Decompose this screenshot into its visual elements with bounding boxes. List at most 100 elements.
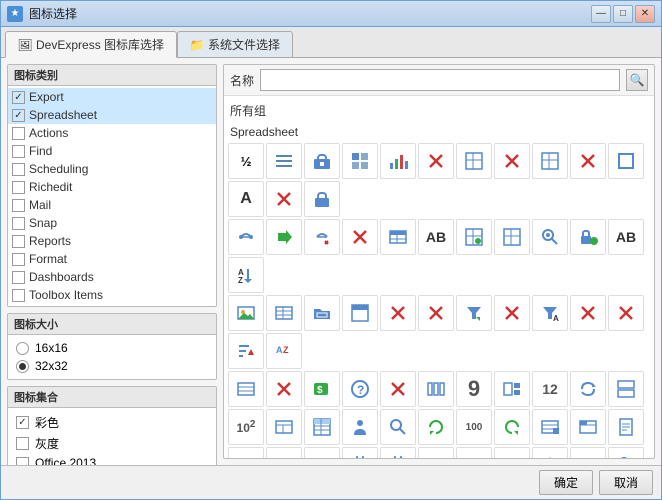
- icon-arrow-right[interactable]: [266, 219, 302, 255]
- icon-x1[interactable]: [418, 143, 454, 179]
- icon-100[interactable]: 100: [456, 409, 492, 445]
- icon-chart[interactable]: [380, 143, 416, 179]
- category-item-snap[interactable]: Snap: [8, 214, 216, 232]
- icon-calendar2[interactable]: [380, 447, 416, 458]
- icon-ab[interactable]: AB: [418, 219, 454, 255]
- icon-cols[interactable]: [418, 371, 454, 407]
- icon-ab2[interactable]: AB: [608, 219, 644, 255]
- icon-grid2[interactable]: [456, 143, 492, 179]
- icon-lock3[interactable]: [570, 219, 606, 255]
- icon-split[interactable]: [494, 371, 530, 407]
- icon-x2[interactable]: [494, 143, 530, 179]
- icon-doc[interactable]: [608, 409, 644, 445]
- icon-funnel-down[interactable]: [456, 295, 492, 331]
- icon-wind[interactable]: [494, 447, 530, 458]
- icon-folder-table[interactable]: [304, 295, 340, 331]
- icon-x8[interactable]: [494, 295, 530, 331]
- collection-color[interactable]: 彩色: [12, 412, 212, 433]
- icon-table10[interactable]: [570, 409, 606, 445]
- icon-link2[interactable]: [304, 219, 340, 255]
- size-16x16[interactable]: 16x16: [12, 339, 212, 357]
- icon-lines2[interactable]: [456, 447, 492, 458]
- icon-arrow3[interactable]: [570, 447, 606, 458]
- icon-lock2[interactable]: [304, 181, 340, 217]
- icon-x12[interactable]: [380, 371, 416, 407]
- category-item-reports[interactable]: Reports: [8, 232, 216, 250]
- icon-upload[interactable]: [532, 447, 568, 458]
- icon-x7[interactable]: [418, 295, 454, 331]
- icon-table9[interactable]: [532, 409, 568, 445]
- icon-percent[interactable]: %: [418, 447, 454, 458]
- icon-x6[interactable]: [380, 295, 416, 331]
- category-item-dashboards[interactable]: Dashboards: [8, 268, 216, 286]
- icon-image[interactable]: [228, 295, 264, 331]
- radio-16x16[interactable]: [16, 342, 29, 355]
- radio-32x32[interactable]: [16, 360, 29, 373]
- icon-square[interactable]: [608, 143, 644, 179]
- icon-filter-a[interactable]: A: [532, 295, 568, 331]
- icon-x9[interactable]: [570, 295, 606, 331]
- icon-arrow2[interactable]: [266, 447, 302, 458]
- minimize-button[interactable]: —: [591, 5, 611, 23]
- icon-10sq[interactable]: 102: [228, 409, 264, 445]
- icon-table6[interactable]: [228, 371, 264, 407]
- category-item-actions[interactable]: Actions: [8, 124, 216, 142]
- category-item-spreadsheet[interactable]: Spreadsheet: [8, 106, 216, 124]
- icon-grid3[interactable]: [532, 143, 568, 179]
- icon-red-dot[interactable]: [304, 447, 340, 458]
- icon-table11[interactable]: [228, 447, 264, 458]
- icon-calendar[interactable]: [342, 447, 378, 458]
- category-item-toolbox[interactable]: Toolbox Items: [8, 286, 216, 304]
- cancel-button[interactable]: 取消: [599, 470, 653, 495]
- icon-table7[interactable]: [266, 409, 302, 445]
- icon-rotate[interactable]: [418, 409, 454, 445]
- icon-lines[interactable]: [266, 143, 302, 179]
- icon-table5[interactable]: [266, 295, 302, 331]
- category-list[interactable]: Export Spreadsheet Actions Find: [8, 86, 216, 306]
- icon-table8[interactable]: [304, 409, 340, 445]
- icon-sort-az[interactable]: AZ: [228, 257, 264, 293]
- category-item-richedit[interactable]: Richedit: [8, 178, 216, 196]
- icon-grid1[interactable]: [342, 143, 378, 179]
- category-item-mail[interactable]: Mail: [8, 196, 216, 214]
- icon-table2[interactable]: [380, 219, 416, 255]
- maximize-button[interactable]: □: [613, 5, 633, 23]
- icon-x4[interactable]: [266, 181, 302, 217]
- icon-person[interactable]: [342, 409, 378, 445]
- icon-question[interactable]: ?: [342, 371, 378, 407]
- icon-table-split[interactable]: [608, 371, 644, 407]
- icon-search3[interactable]: [608, 447, 644, 458]
- icon-x3[interactable]: [570, 143, 606, 179]
- category-item-export[interactable]: Export: [8, 88, 216, 106]
- icon-magnify[interactable]: [532, 219, 568, 255]
- icon-big-a[interactable]: A: [228, 181, 264, 217]
- search-button[interactable]: 🔍: [626, 69, 648, 91]
- icon-az[interactable]: AZ: [266, 333, 302, 369]
- size-32x32[interactable]: 32x32: [12, 357, 212, 375]
- icon-dollar[interactable]: $: [304, 371, 340, 407]
- icon-x5[interactable]: [342, 219, 378, 255]
- collection-gray[interactable]: 灰度: [12, 433, 212, 454]
- category-item-scheduling[interactable]: Scheduling: [8, 160, 216, 178]
- tab-devexpress[interactable]: 🖼 DevExpress 图标库选择: [5, 31, 177, 58]
- category-item-format[interactable]: Format: [8, 250, 216, 268]
- icon-x11[interactable]: [266, 371, 302, 407]
- collection-office2013[interactable]: Office 2013: [12, 454, 212, 465]
- search-input[interactable]: [260, 69, 620, 91]
- icon-x10[interactable]: [608, 295, 644, 331]
- icon-table4[interactable]: [494, 219, 530, 255]
- category-item-zoom[interactable]: Zoom: [8, 304, 216, 306]
- ok-button[interactable]: 确定: [539, 470, 593, 495]
- tab-system[interactable]: 📁 系统文件选择: [177, 31, 293, 57]
- icon-table3[interactable]: [456, 219, 492, 255]
- icon-refresh[interactable]: [570, 371, 606, 407]
- icon-sort-asc[interactable]: [228, 333, 264, 369]
- icon-lock-table[interactable]: [304, 143, 340, 179]
- icon-search2[interactable]: [380, 409, 416, 445]
- category-item-find[interactable]: Find: [8, 142, 216, 160]
- icon-num12[interactable]: 12: [532, 371, 568, 407]
- icon-comma9[interactable]: 9: [456, 371, 492, 407]
- icon-link[interactable]: [228, 219, 264, 255]
- icon-rotate2[interactable]: [494, 409, 530, 445]
- icon-half[interactable]: ½: [228, 143, 264, 179]
